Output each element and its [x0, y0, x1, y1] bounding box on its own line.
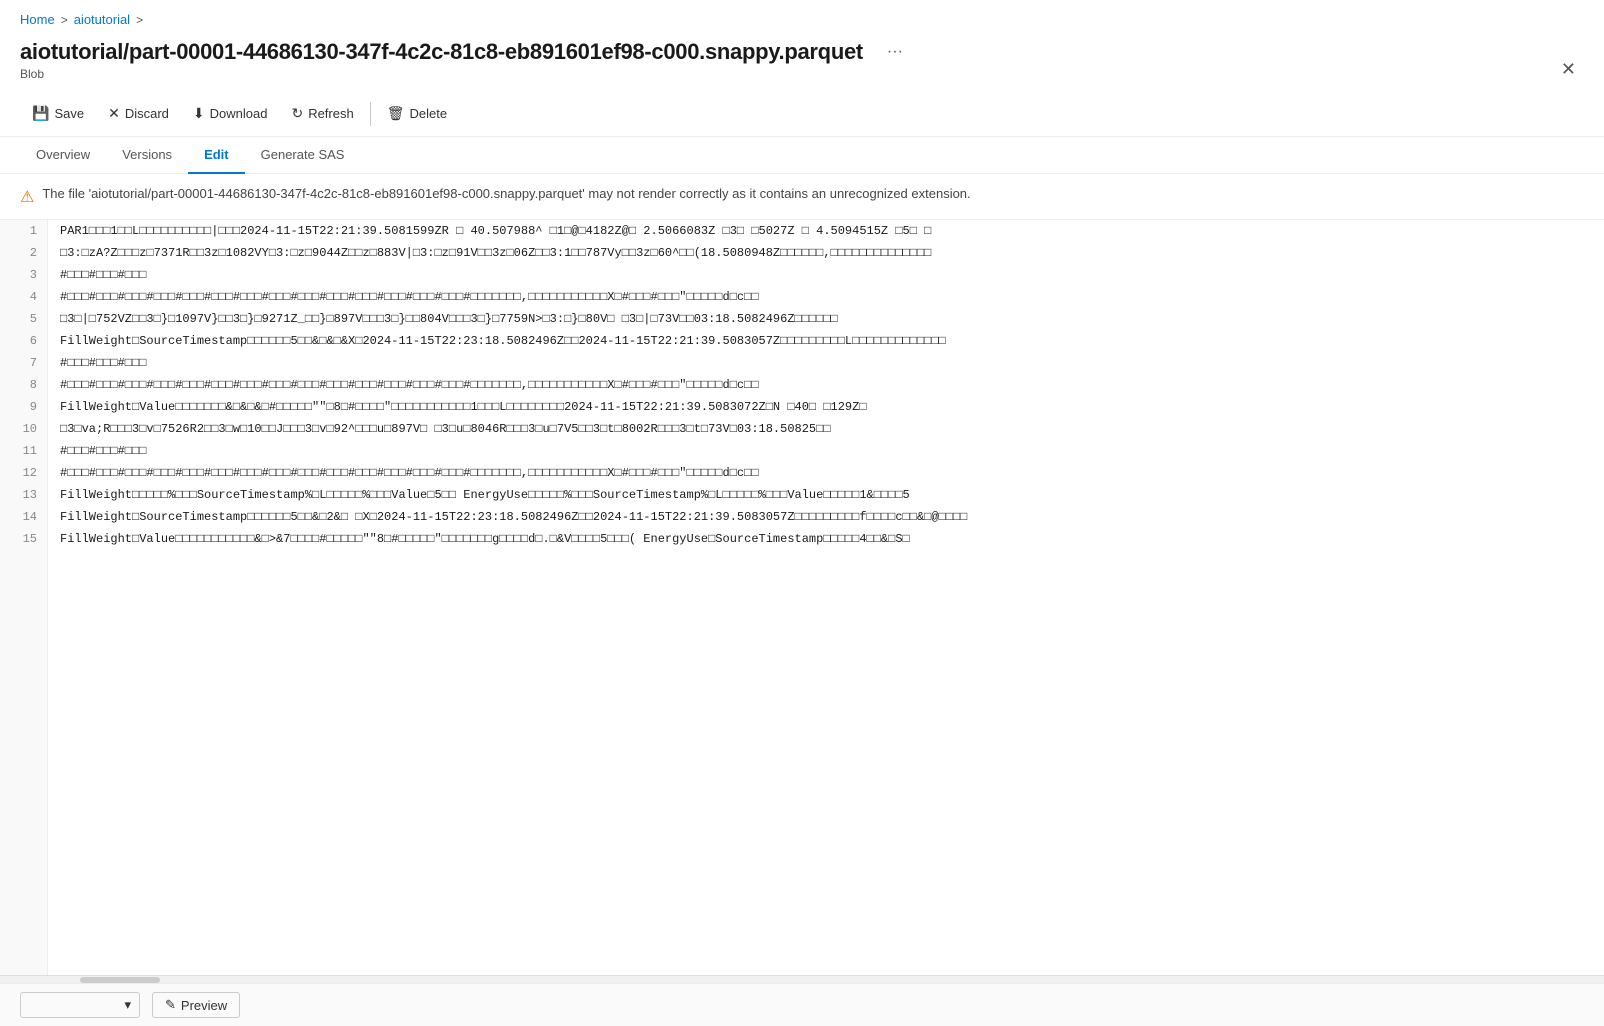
line-number: 7 — [0, 352, 47, 374]
line-number: 13 — [0, 484, 47, 506]
tab-edit[interactable]: Edit — [188, 137, 245, 174]
preview-button[interactable]: ✎ Preview — [152, 992, 240, 1018]
line-number: 10 — [0, 418, 47, 440]
code-line: □3:□zA?Z□□□z□7371R□□3z□1082VY□3:□z□9044Z… — [48, 242, 1604, 264]
code-line: #□□□#□□□#□□□ — [48, 440, 1604, 462]
line-numbers: 123456789101112131415 — [0, 220, 48, 975]
line-number: 14 — [0, 506, 47, 528]
code-line: □3□|□752VZ□□3□}□1097V}□□3□}□9271Z_□□}□89… — [48, 308, 1604, 330]
editor-container: 123456789101112131415 PAR1□□□1□□L□□□□□□□… — [0, 219, 1604, 975]
breadcrumb-sep2: > — [136, 13, 143, 27]
code-line: FillWeight□Value□□□□□□□&□&□&□#□□□□□""□8□… — [48, 396, 1604, 418]
encoding-select[interactable]: ▾ — [20, 992, 140, 1018]
refresh-button[interactable]: ↻ Refresh — [279, 99, 365, 128]
toolbar: 💾 Save ✕ Discard ⬇ Download ↻ Refresh 🗑 … — [0, 91, 1604, 137]
tab-generate-sas[interactable]: Generate SAS — [245, 137, 361, 174]
code-line: □3□va;R□□□3□v□7526R2□□3□w□10□□J□□□3□v□92… — [48, 418, 1604, 440]
download-button[interactable]: ⬇ Download — [181, 99, 280, 128]
code-line: FillWeight□SourceTimestamp□□□□□□5□□&□2&□… — [48, 506, 1604, 528]
code-line: #□□□#□□□#□□□#□□□#□□□#□□□#□□□#□□□#□□□#□□□… — [48, 374, 1604, 396]
warning-text: The file 'aiotutorial/part-00001-4468613… — [42, 186, 970, 201]
scrollbar-thumb[interactable] — [80, 977, 160, 983]
code-line: FillWeight□□□□□%□□□SourceTimestamp%□L□□□… — [48, 484, 1604, 506]
code-line: #□□□#□□□#□□□ — [48, 352, 1604, 374]
save-button[interactable]: 💾 Save — [20, 99, 96, 128]
warning-bar: ⚠ The file 'aiotutorial/part-00001-44686… — [0, 174, 1604, 219]
toolbar-separator — [370, 102, 371, 126]
bottom-bar: ▾ ✎ Preview — [0, 983, 1604, 1026]
tab-versions[interactable]: Versions — [106, 137, 188, 174]
line-number: 4 — [0, 286, 47, 308]
line-number: 3 — [0, 264, 47, 286]
breadcrumb-tutorial[interactable]: aiotutorial — [74, 12, 130, 27]
save-label: Save — [54, 106, 84, 121]
download-label: Download — [210, 106, 268, 121]
line-number: 6 — [0, 330, 47, 352]
line-number: 8 — [0, 374, 47, 396]
line-number: 15 — [0, 528, 47, 550]
delete-label: Delete — [410, 106, 448, 121]
discard-button[interactable]: ✕ Discard — [96, 99, 181, 128]
close-button[interactable]: ✕ — [1553, 55, 1584, 84]
code-line: FillWeight□Value□□□□□□□□□□□&□>&7□□□□#□□□… — [48, 528, 1604, 550]
save-icon: 💾 — [32, 105, 49, 122]
code-line: PAR1□□□1□□L□□□□□□□□□□|□□□2024-11-15T22:2… — [48, 220, 1604, 242]
line-number: 2 — [0, 242, 47, 264]
line-number: 11 — [0, 440, 47, 462]
delete-icon: 🗑 — [387, 105, 405, 122]
code-area[interactable]: PAR1□□□1□□L□□□□□□□□□□|□□□2024-11-15T22:2… — [48, 220, 1604, 975]
line-number: 12 — [0, 462, 47, 484]
code-line: #□□□#□□□#□□□ — [48, 264, 1604, 286]
file-subtitle: Blob — [20, 67, 1584, 81]
chevron-down-icon: ▾ — [124, 997, 131, 1013]
file-header: aiotutorial/part-00001-44686130-347f-4c2… — [0, 33, 1604, 91]
download-icon: ⬇ — [193, 105, 205, 122]
file-title: aiotutorial/part-00001-44686130-347f-4c2… — [20, 39, 863, 65]
line-number: 1 — [0, 220, 47, 242]
delete-button[interactable]: 🗑 Delete — [375, 99, 459, 128]
line-number: 9 — [0, 396, 47, 418]
pencil-icon: ✎ — [165, 997, 176, 1013]
discard-label: Discard — [125, 106, 169, 121]
tabs-container: Overview Versions Edit Generate SAS — [0, 137, 1604, 174]
code-line: #□□□#□□□#□□□#□□□#□□□#□□□#□□□#□□□#□□□#□□□… — [48, 462, 1604, 484]
breadcrumb-sep1: > — [61, 13, 68, 27]
tab-overview[interactable]: Overview — [20, 137, 106, 174]
horizontal-scrollbar[interactable] — [0, 975, 1604, 983]
more-options-button[interactable]: ··· — [879, 39, 911, 65]
code-line: #□□□#□□□#□□□#□□□#□□□#□□□#□□□#□□□#□□□#□□□… — [48, 286, 1604, 308]
breadcrumb-home[interactable]: Home — [20, 12, 55, 27]
breadcrumb: Home > aiotutorial > — [0, 0, 1604, 33]
discard-icon: ✕ — [108, 105, 120, 122]
refresh-label: Refresh — [308, 106, 354, 121]
line-number: 5 — [0, 308, 47, 330]
preview-label: Preview — [181, 998, 227, 1013]
warning-icon: ⚠ — [20, 187, 34, 207]
code-line: FillWeight□SourceTimestamp□□□□□□5□□&□&□&… — [48, 330, 1604, 352]
refresh-icon: ↻ — [291, 105, 303, 122]
